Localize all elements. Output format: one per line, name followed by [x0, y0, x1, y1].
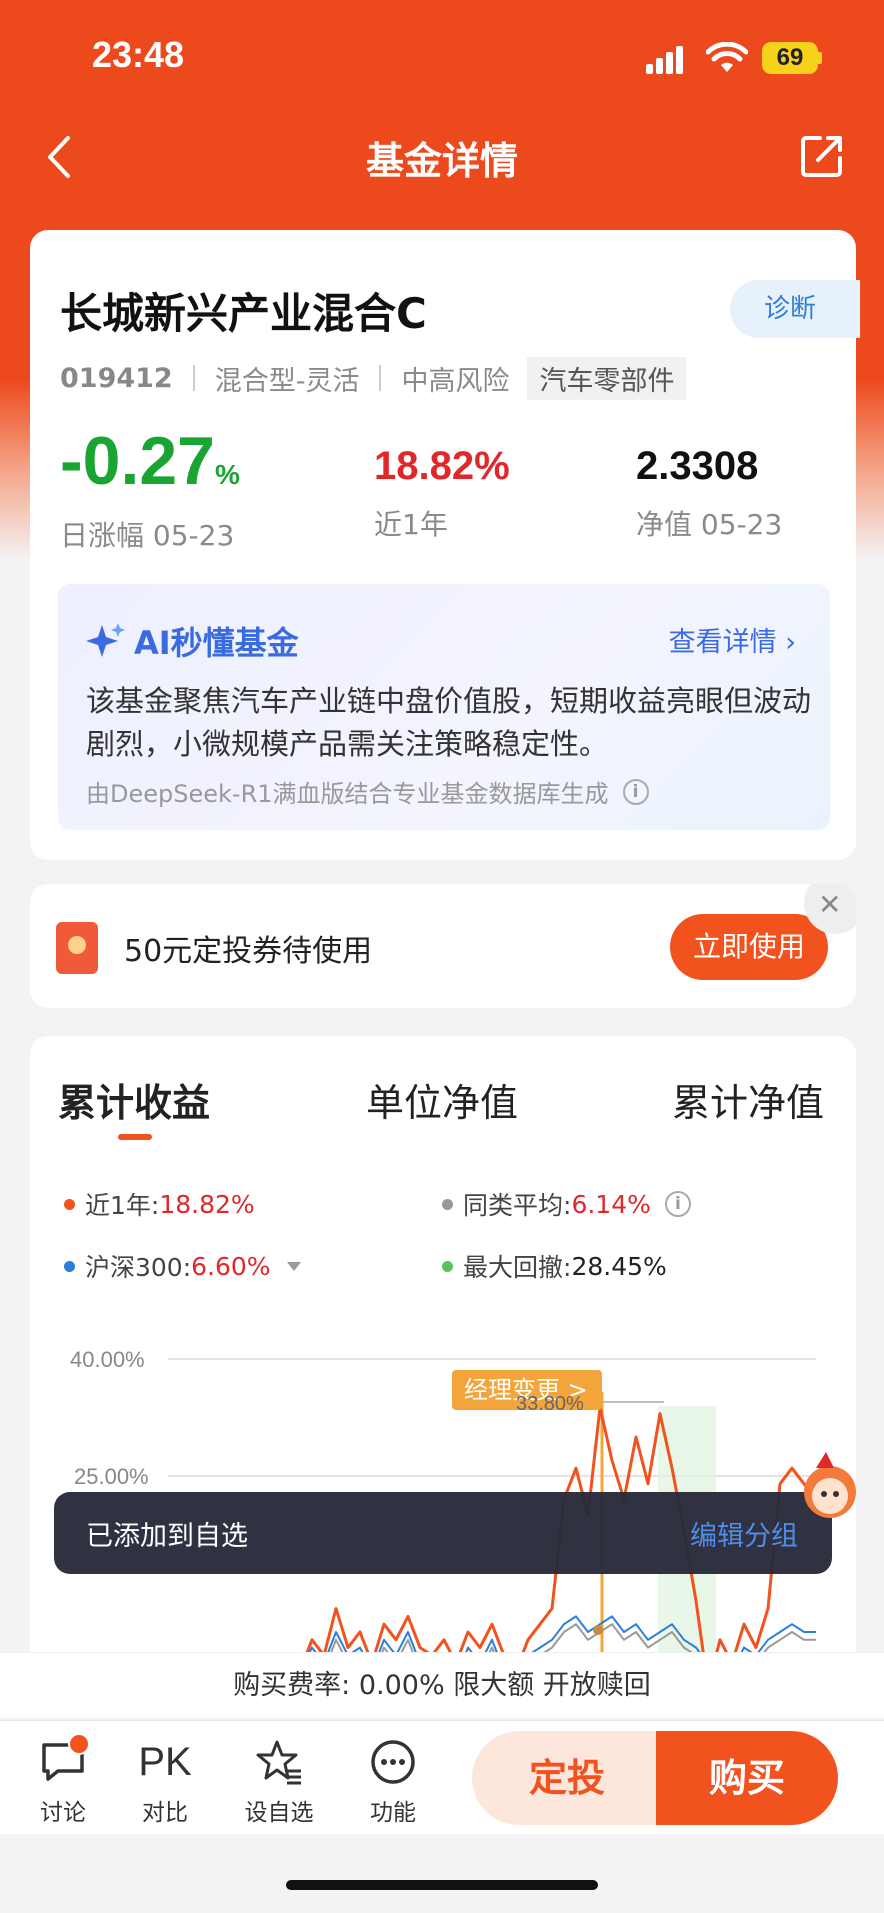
legend-peer: 同类平均: 6.14% i — [442, 1186, 691, 1222]
pk-icon: PK — [138, 1739, 192, 1784]
info-icon[interactable]: i — [664, 1191, 691, 1217]
daily-change-label: 日涨幅 05-23 — [60, 519, 235, 552]
red-envelope-icon — [56, 922, 98, 974]
legend-dot — [442, 1198, 453, 1210]
fund-card: 长城新兴产业混合C 诊断 019412 混合型-灵活 中高风险 汽车零部件 -0… — [30, 230, 860, 860]
ai-source-line: 由DeepSeek-R1满血版结合专业基金数据库生成 i — [86, 774, 649, 809]
legend-index-value: 6.60% — [191, 1251, 271, 1281]
add-watchlist-button[interactable]: 设自选 — [234, 1737, 324, 1827]
legend-dot — [64, 1260, 75, 1272]
event-marker[interactable] — [593, 1625, 603, 1635]
ai-summary-text: 该基金聚焦汽车产业链中盘价值股，短期收益亮眼但波动剧烈，小微规模产品需关注策略稳… — [86, 684, 812, 761]
purchase-fee-info: 购买费率: 0.00% 限大额 开放赎回 — [0, 1652, 884, 1718]
legend-drawdown-value: 28.45% — [571, 1251, 667, 1281]
legend-peer-label: 同类平均: — [463, 1191, 572, 1220]
status-time: 23:48 — [92, 34, 185, 75]
edit-group-link[interactable]: 编辑分组 — [690, 1514, 798, 1553]
fund-meta: 019412 混合型-灵活 中高风险 汽车零部件 — [60, 356, 687, 400]
watchlist-label: 设自选 — [244, 1800, 314, 1826]
year-return-value: 18.82% — [374, 444, 510, 488]
daily-change-stat: -0.27% 日涨幅 05-23 — [60, 427, 240, 554]
legend-index-label: 沪深300: — [85, 1253, 192, 1282]
legend-drawdown-label: 最大回撤: — [463, 1253, 572, 1282]
legend-year-value: 18.82% — [159, 1189, 255, 1219]
share-icon[interactable] — [800, 134, 844, 178]
star-icon — [256, 1740, 301, 1785]
functions-label: 功能 — [370, 1800, 416, 1826]
daily-change-value: -0.27 — [60, 423, 215, 499]
ai-title-text: AI秒懂基金 — [134, 624, 299, 662]
battery-tip — [818, 52, 822, 64]
tab-cumulative-return[interactable]: 累计收益 — [58, 1072, 210, 1127]
battery-icon: 69 — [762, 42, 818, 74]
ai-source-text: 由DeepSeek-R1满血版结合专业基金数据库生成 — [86, 780, 609, 808]
tab-cumulative-nav[interactable]: 累计净值 — [672, 1072, 824, 1127]
y-tick-label: 25.00% — [74, 1464, 149, 1489]
nav-value: 2.3308 — [636, 444, 759, 488]
divider — [192, 365, 195, 391]
cellular-signal-icon — [646, 46, 686, 74]
compare-label: 对比 — [142, 1800, 188, 1826]
chart-tabs: 累计收益 单位净值 累计净值 — [30, 1072, 856, 1132]
legend-drawdown: 最大回撤: 28.45% — [442, 1248, 667, 1284]
fund-risk: 中高风险 — [401, 365, 510, 397]
tab-indicator — [118, 1134, 152, 1140]
page-title: 基金详情 — [365, 139, 518, 183]
discuss-button[interactable]: 讨论 — [18, 1733, 108, 1827]
fund-type: 混合型-灵活 — [214, 365, 360, 397]
diagnose-button[interactable]: 诊断 — [730, 280, 860, 338]
sip-button[interactable]: 定投 — [472, 1731, 662, 1825]
use-coupon-button[interactable]: 立即使用 — [670, 914, 828, 980]
chart-card: 累计收益 单位净值 累计净值 近1年: 18.82% 同类平均: 6.14% i… — [30, 1036, 856, 1716]
toast-text: 已添加到自选 — [86, 1521, 248, 1552]
compare-button[interactable]: PK 对比 — [120, 1737, 210, 1827]
daily-change-unit: % — [215, 459, 240, 490]
peak-label: 33.80% — [516, 1393, 584, 1415]
nav-label: 净值 05-23 — [636, 508, 783, 541]
ai-summary-title: AI秒懂基金 — [86, 618, 299, 664]
year-return-stat: 18.82% 近1年 — [374, 444, 510, 543]
chevron-right-icon: › — [785, 627, 796, 658]
divider — [379, 365, 382, 391]
notification-dot — [68, 1733, 90, 1755]
coupon-text: 50元定投券待使用 — [124, 934, 373, 969]
legend-index[interactable]: 沪深300: 6.60% — [64, 1248, 301, 1284]
legend-dot — [64, 1198, 75, 1210]
info-icon[interactable]: i — [622, 778, 649, 805]
fund-name: 长城新兴产业混合C — [60, 289, 427, 338]
discuss-label: 讨论 — [40, 1800, 86, 1826]
legend-peer-value: 6.14% — [571, 1189, 651, 1219]
mascot-icon[interactable] — [796, 1446, 860, 1526]
wifi-icon — [706, 42, 748, 72]
legend-year-label: 近1年: — [85, 1191, 160, 1220]
year-return-label: 近1年 — [374, 508, 448, 541]
coupon-card: 50元定投券待使用 立即使用 ✕ — [30, 884, 856, 1008]
y-tick-label: 40.00% — [70, 1347, 145, 1372]
sparkle-icon — [86, 623, 125, 657]
fund-code: 019412 — [60, 362, 173, 394]
legend-year: 近1年: 18.82% — [64, 1186, 255, 1222]
dropdown-arrow-icon — [286, 1261, 301, 1271]
ai-view-details-label: 查看详情 — [668, 627, 777, 658]
buy-button[interactable]: 购买 — [656, 1731, 838, 1825]
more-icon — [371, 1740, 415, 1784]
ai-summary-box[interactable]: AI秒懂基金 查看详情 › 该基金聚焦汽车产业链中盘价值股，短期收益亮眼但波动剧… — [58, 584, 830, 830]
home-indicator — [286, 1880, 598, 1890]
legend-dot — [442, 1260, 453, 1272]
toast: 已添加到自选 编辑分组 — [54, 1492, 832, 1574]
sector-tag[interactable]: 汽车零部件 — [527, 356, 687, 400]
functions-button[interactable]: 功能 — [348, 1737, 438, 1827]
tab-unit-nav[interactable]: 单位净值 — [366, 1072, 518, 1127]
bottom-action-bar: 讨论 PK 对比 设自选 功能 定投 购买 — [0, 1720, 884, 1834]
ai-view-details-link[interactable]: 查看详情 › — [669, 620, 796, 659]
nav-stat: 2.3308 净值 05-23 — [636, 444, 782, 543]
